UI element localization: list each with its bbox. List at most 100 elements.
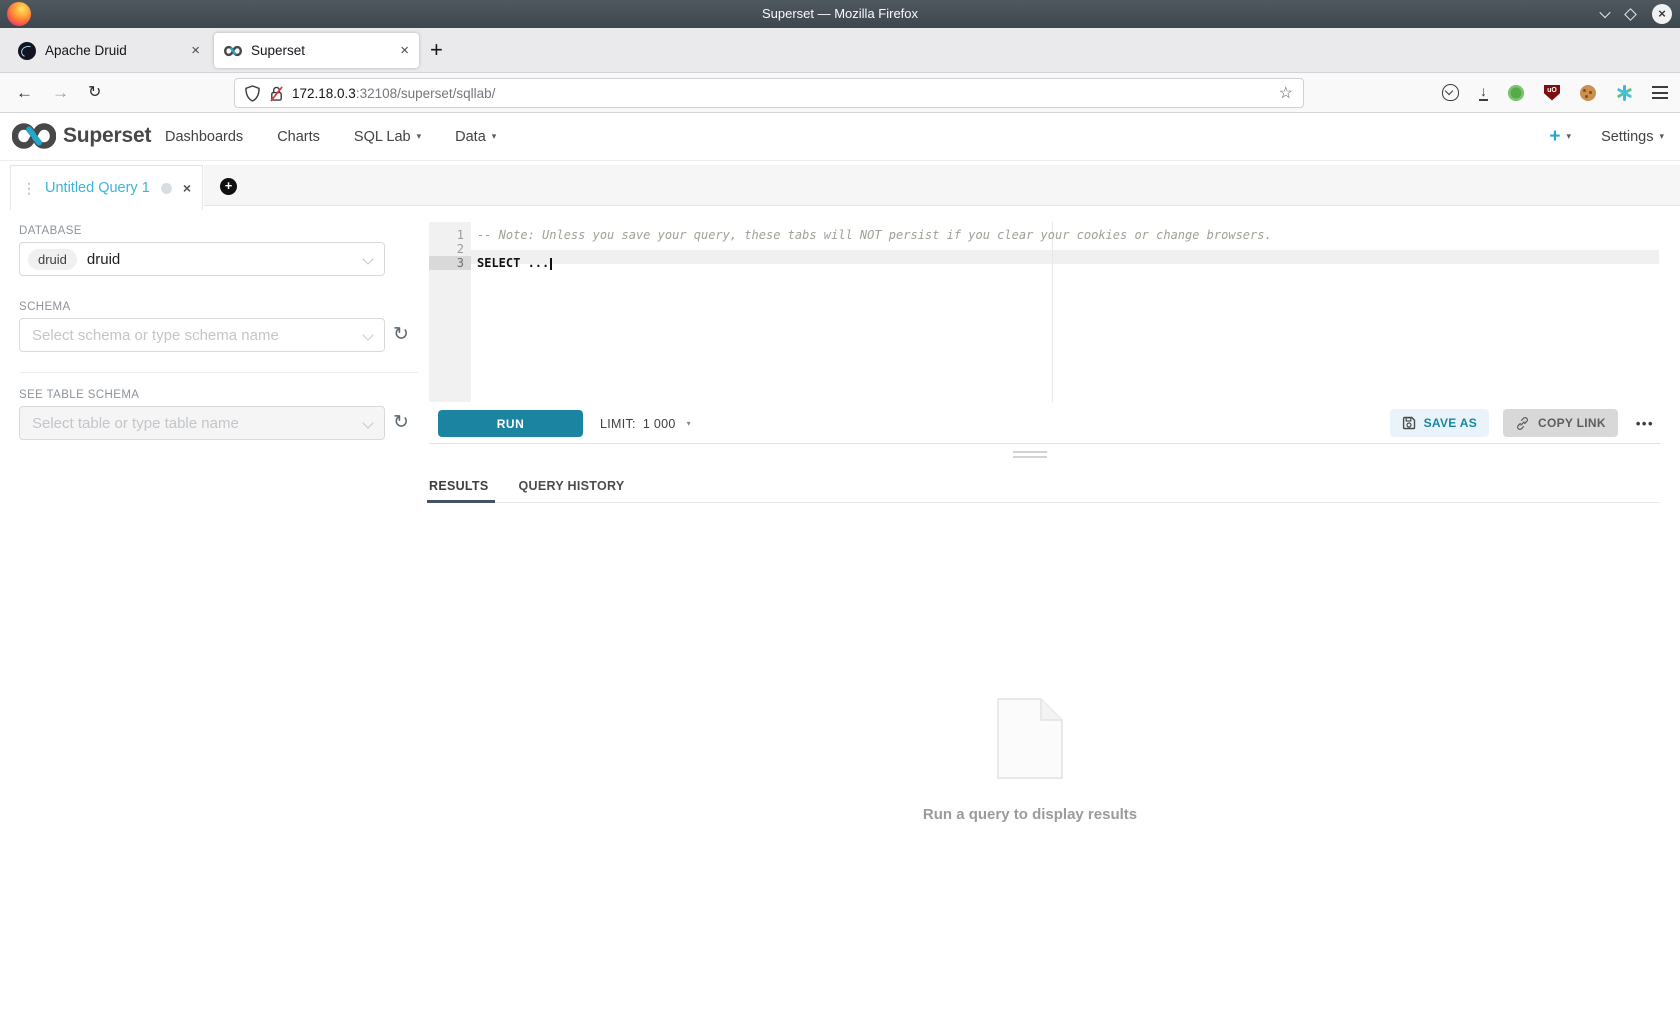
navbar-right: +▾ Settings▾ [1549,113,1664,160]
limit-value: 1 000 [643,417,676,431]
results-tabbar: RESULTS QUERY HISTORY [429,470,1660,503]
back-button[interactable]: ← [16,73,33,112]
schema-placeholder: Select schema or type schema name [28,327,279,344]
chevron-down-icon [362,253,373,264]
sql-statement: SELECT ... [477,256,549,270]
superset-favicon [224,42,242,60]
bookmark-star-icon[interactable]: ☆ [1279,83,1293,103]
table-schema-label: SEE TABLE SCHEMA [19,389,139,401]
pocket-icon[interactable] [1442,84,1459,101]
chevron-down-icon [362,329,373,340]
brand-name: Superset [63,124,151,148]
superset-logo-icon [12,122,56,150]
database-label: DATABASE [19,225,82,237]
url-path: :32108/superset/sqllab/ [356,86,496,101]
refresh-table-button[interactable]: ↻ [393,413,409,432]
chevron-down-icon [1599,7,1610,18]
window-title: Superset — Mozilla Firefox [0,0,1680,28]
caret-down-icon: ▾ [492,131,497,142]
forward-button[interactable]: → [52,73,69,112]
cookie-extension-icon[interactable] [1580,85,1596,101]
limit-dropdown[interactable]: LIMIT: 1 000 ▾ [600,410,691,437]
database-pill: druid [28,249,77,270]
query-tab-untitled-query-1[interactable]: ⋮ Untitled Query 1 × [10,165,203,210]
editor-gutter: 1 2 3 [429,222,471,402]
database-select[interactable]: druid druid [19,242,385,276]
nav-item-data[interactable]: Data▾ [455,129,496,145]
pane-resize-handle[interactable] [1013,451,1047,461]
screen: Superset — Mozilla Firefox × Apache Drui… [0,0,1680,1012]
run-button[interactable]: RUN [438,410,583,437]
query-tab-label: Untitled Query 1 [45,180,150,196]
window-minimize-button[interactable] [1601,10,1609,18]
url-host: 172.18.0.3 [292,86,356,101]
tab-query-history[interactable]: QUERY HISTORY [519,470,625,503]
druid-favicon [18,42,36,60]
empty-state-message: Run a query to display results [905,806,1155,823]
save-as-label: SAVE AS [1424,416,1477,430]
browser-tabbar: Apache Druid × Superset × + [0,28,1680,72]
close-icon[interactable]: × [191,43,200,58]
chevron-down-icon [362,417,373,428]
extension-asterisk-icon[interactable] [1616,85,1632,101]
editor-statement-line[interactable]: SELECT ... [477,256,552,270]
close-icon[interactable]: × [400,43,409,58]
close-icon[interactable]: × [183,180,191,196]
editor-toolbar-right: SAVE AS COPY LINK ••• [1390,409,1658,437]
new-dropdown-button[interactable]: +▾ [1549,126,1571,148]
editor-comment-line[interactable]: -- Note: Unless you save your query, the… [477,228,1272,242]
plus-icon: + [1549,126,1560,148]
nav-item-dashboards[interactable]: Dashboards [165,129,243,145]
line-number: 3 [429,256,471,270]
browser-tab-apache-druid[interactable]: Apache Druid × [8,33,210,68]
navbar-menu: Dashboards Charts SQL Lab▾ Data▾ [165,113,496,160]
ublock-shield-icon[interactable]: uO [1544,85,1560,101]
limit-label: LIMIT: [600,417,636,431]
nav-item-sql-lab[interactable]: SQL Lab▾ [354,129,421,145]
document-icon [997,698,1063,779]
save-as-button[interactable]: SAVE AS [1390,409,1489,437]
editor-toolbar: RUN LIMIT: 1 000 ▾ SAVE AS COPY LINK [429,402,1660,444]
tab-results[interactable]: RESULTS [429,470,489,503]
insecure-lock-icon[interactable] [269,85,284,102]
extension-green-icon[interactable] [1508,85,1524,101]
more-options-button[interactable]: ••• [1632,416,1658,431]
reload-button[interactable]: ↻ [88,73,101,112]
nav-item-charts[interactable]: Charts [277,129,320,145]
window-titlebar: Superset — Mozilla Firefox × [0,0,1680,28]
table-select[interactable]: Select table or type table name [19,406,385,440]
copy-link-button[interactable]: COPY LINK [1503,409,1618,437]
save-icon [1402,416,1416,430]
superset-brand[interactable]: Superset [12,122,151,150]
browser-tab-superset[interactable]: Superset × [214,33,419,68]
shield-icon[interactable] [245,85,260,102]
toolbar-extensions: ↓ uO [1442,73,1668,112]
download-icon[interactable]: ↓ [1479,84,1488,101]
window-controls: × [1601,0,1672,28]
window-maximize-button[interactable] [1626,10,1635,19]
caret-down-icon: ▾ [687,419,691,428]
add-query-tab-button[interactable]: + [220,178,237,195]
schema-select[interactable]: Select schema or type schema name [19,318,385,352]
refresh-schema-button[interactable]: ↻ [393,325,409,344]
hamburger-menu-icon[interactable] [1652,86,1668,99]
query-tab-strip [204,165,1680,206]
line-number: 2 [429,242,471,256]
new-tab-button[interactable]: + [430,37,443,63]
url-bar[interactable]: 172.18.0.3:32108/superset/sqllab/ ☆ [234,78,1304,108]
browser-tab-label: Superset [251,43,305,58]
schema-label: SCHEMA [19,301,71,313]
browser-tab-label: Apache Druid [45,43,127,58]
query-state-dot [161,183,172,194]
caret-down-icon: ▾ [1567,131,1572,142]
window-close-button[interactable]: × [1652,4,1672,24]
editor-print-margin [1052,222,1053,402]
drag-handle-icon[interactable]: ⋮ [22,180,36,197]
settings-menu[interactable]: Settings▾ [1601,129,1664,145]
maximize-icon [1624,8,1637,21]
superset-navbar: Superset Dashboards Charts SQL Lab▾ Data… [0,113,1680,161]
caret-down-icon: ▾ [1659,131,1664,142]
line-number: 1 [429,228,471,242]
sidebar-divider [19,372,418,373]
caret-down-icon: ▾ [417,131,422,142]
